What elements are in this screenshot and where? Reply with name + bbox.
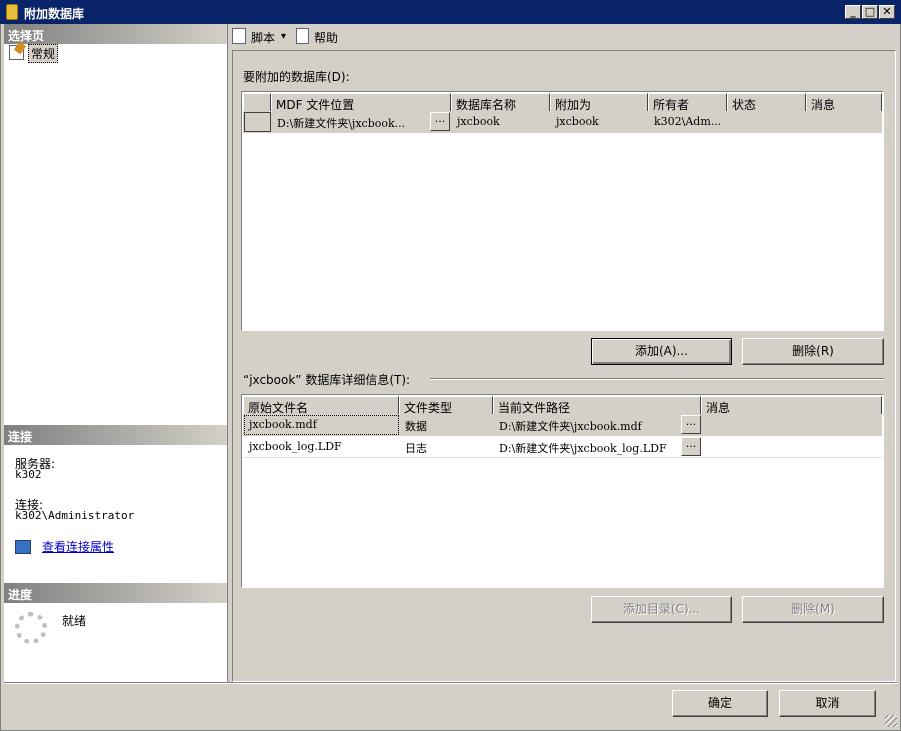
title-bar[interactable]: 附加数据库 _ □ ✕ xyxy=(0,0,901,24)
select-page-header: 选择页 xyxy=(4,24,227,44)
minimize-button[interactable]: _ xyxy=(845,5,861,19)
row-header-corner xyxy=(243,93,271,112)
script-button[interactable]: 脚本 xyxy=(251,29,275,46)
window-title: 附加数据库 xyxy=(24,7,85,21)
progress-header: 进度 xyxy=(4,583,227,603)
remove-file-button[interactable]: 删除(M) xyxy=(742,596,884,623)
cell-attach-as[interactable]: jxcbook xyxy=(551,111,648,133)
help-button[interactable]: 帮助 xyxy=(314,29,338,46)
attach-db-label: 要附加的数据库(D): xyxy=(243,70,350,84)
progress-status: 就绪 xyxy=(62,614,87,628)
row-selector[interactable] xyxy=(244,112,271,132)
browse-path-button[interactable]: ... xyxy=(681,437,701,456)
ok-button[interactable]: 确定 xyxy=(672,690,768,717)
col-mdf-location[interactable]: MDF 文件位置 xyxy=(271,93,451,112)
cell-mdf-location[interactable]: D:\新建文件夹\jxcbook... xyxy=(272,111,430,133)
page-properties-icon xyxy=(9,45,24,60)
cell-original-filename[interactable]: jxcbook.mdf xyxy=(244,414,399,436)
col-file-type[interactable]: 文件类型 xyxy=(399,396,493,415)
footer-separator xyxy=(4,682,897,684)
progress-spinner-icon xyxy=(15,612,47,644)
cell-db-name[interactable]: jxcbook xyxy=(452,111,550,133)
col-status[interactable]: 状态 xyxy=(727,93,806,112)
remove-db-button[interactable]: 删除(R) xyxy=(742,338,884,365)
resize-grip-icon[interactable] xyxy=(885,715,897,727)
connection-header: 连接 xyxy=(4,425,227,445)
close-button[interactable]: ✕ xyxy=(879,5,895,19)
cell-original-filename[interactable]: jxcbook_log.LDF xyxy=(244,436,399,458)
add-button[interactable]: 添加(A)... xyxy=(591,338,732,365)
cell-current-path[interactable]: D:\新建文件夹\jxcbook_log.LDF xyxy=(494,436,680,458)
script-icon xyxy=(232,28,246,44)
cell-status xyxy=(728,111,806,133)
cell-current-path[interactable]: D:\新建文件夹\jxcbook.mdf xyxy=(494,414,680,436)
server-value: k302 xyxy=(15,468,42,481)
cell-detail-message xyxy=(702,436,882,458)
cancel-button[interactable]: 取消 xyxy=(779,690,876,717)
add-catalog-button[interactable]: 添加目录(C)... xyxy=(591,596,732,623)
help-icon xyxy=(296,28,309,44)
col-attach-as[interactable]: 附加为 xyxy=(550,93,648,112)
database-icon xyxy=(6,4,18,20)
browse-mdf-button[interactable]: ... xyxy=(430,112,450,131)
connection-properties-icon xyxy=(15,540,31,554)
details-label: “jxcbook” 数据库详细信息(T): xyxy=(243,371,415,388)
view-connection-properties-link[interactable]: 查看连接属性 xyxy=(42,538,114,555)
col-detail-message[interactable]: 消息 xyxy=(701,396,882,415)
cell-owner[interactable]: k302\Adm... xyxy=(649,111,727,133)
col-original-filename[interactable]: 原始文件名 xyxy=(243,396,399,415)
sidebar-item-general[interactable]: 常规 xyxy=(28,44,59,63)
col-owner[interactable]: 所有者 xyxy=(648,93,727,112)
connection-value: k302\Administrator xyxy=(15,509,135,522)
cell-file-type[interactable]: 数据 xyxy=(400,414,493,436)
cell-detail-message xyxy=(702,414,882,436)
col-message[interactable]: 消息 xyxy=(806,93,882,112)
cell-message xyxy=(807,111,882,133)
browse-path-button[interactable]: ... xyxy=(681,415,701,434)
col-current-path[interactable]: 当前文件路径 xyxy=(493,396,701,415)
cell-file-type[interactable]: 日志 xyxy=(400,436,493,458)
maximize-button[interactable]: □ xyxy=(862,5,878,19)
details-separator xyxy=(430,378,884,380)
chevron-down-icon[interactable]: ▾ xyxy=(281,31,286,42)
col-db-name[interactable]: 数据库名称 xyxy=(451,93,550,112)
